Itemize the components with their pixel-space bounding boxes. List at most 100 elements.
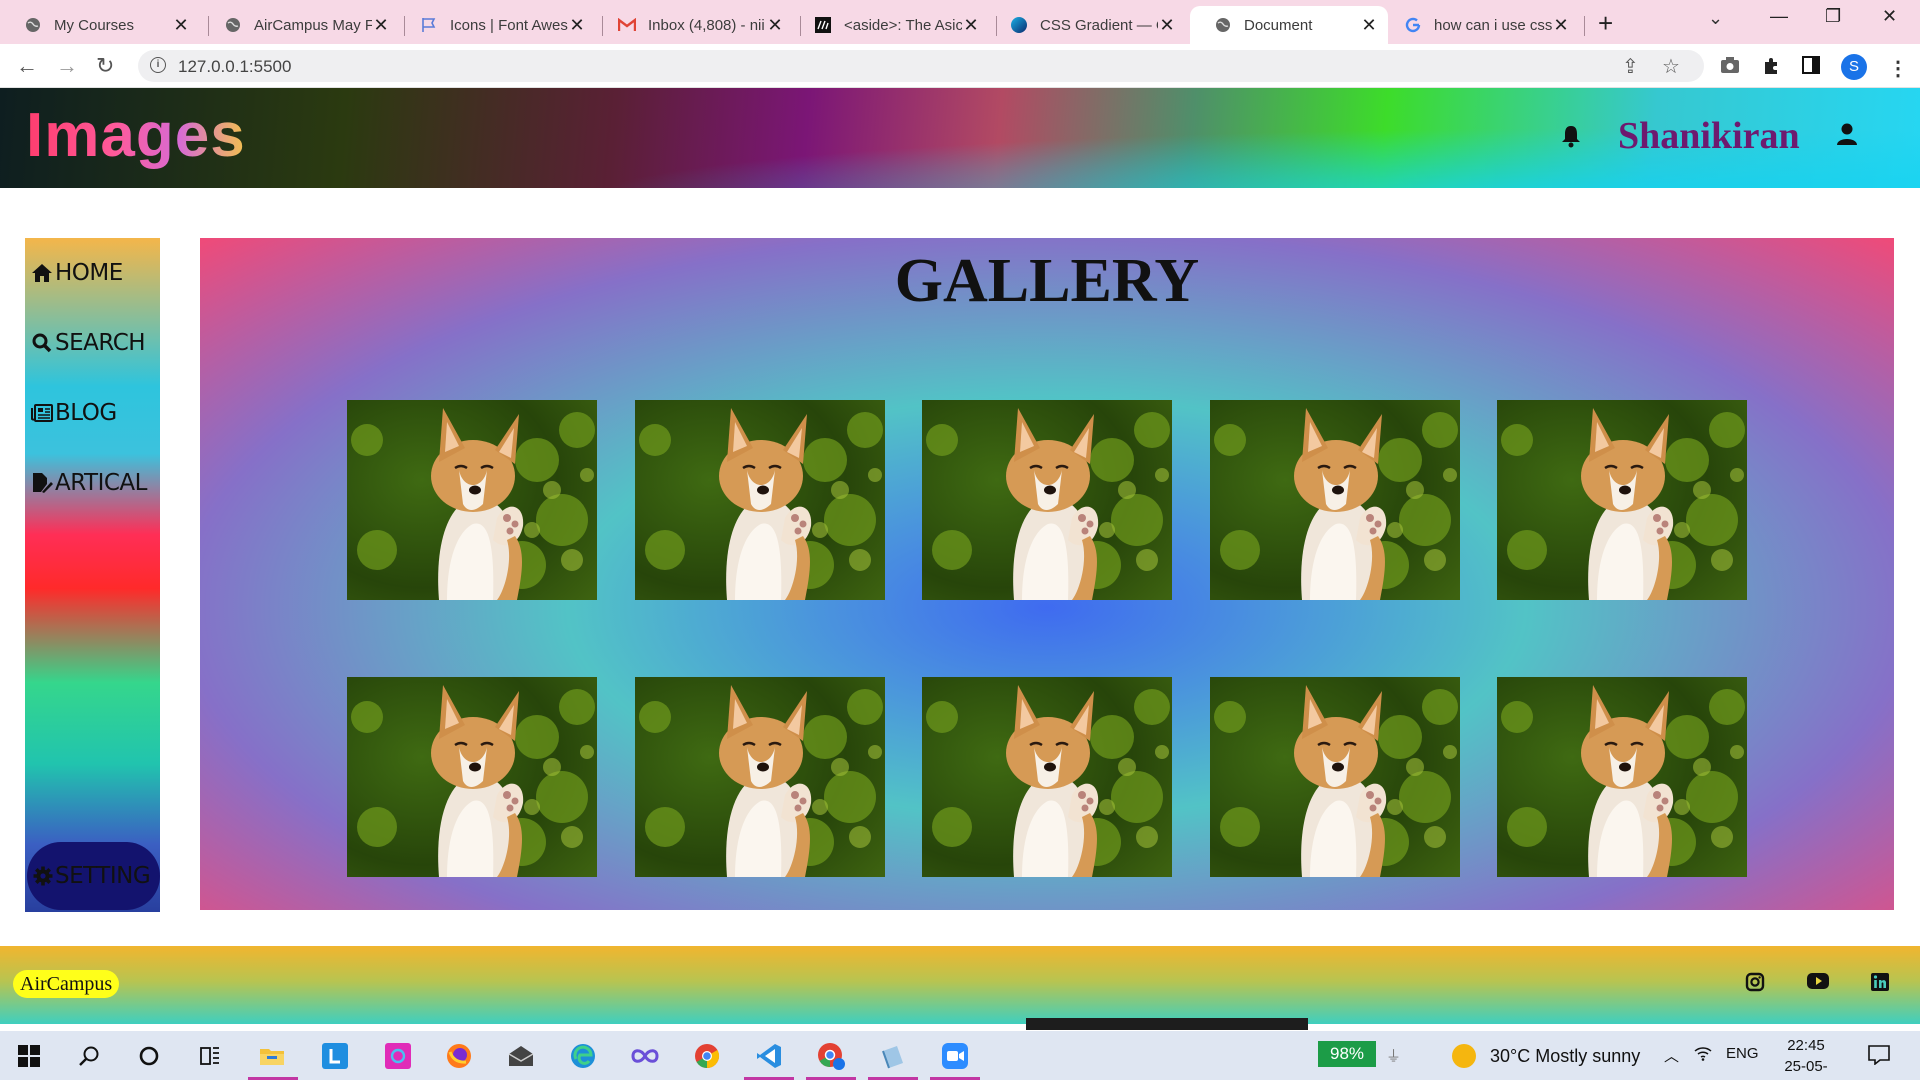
close-icon[interactable]: ✕ [568, 15, 586, 36]
tab-font-awesome[interactable]: Icons | Font Awes ✕ [396, 6, 596, 44]
gmail-icon [618, 16, 636, 34]
reload-icon[interactable]: ↻ [96, 53, 114, 79]
firefox-icon[interactable] [444, 1041, 474, 1071]
gallery-image[interactable] [634, 400, 885, 600]
side-panel-icon[interactable] [1802, 56, 1820, 80]
page-header: Images Shanikiran [0, 88, 1920, 188]
close-icon[interactable]: ✕ [372, 15, 390, 36]
tab-gmail[interactable]: Inbox (4,808) - nii ✕ [594, 6, 794, 44]
battery-indicator[interactable]: 98% [1318, 1041, 1376, 1067]
close-icon[interactable]: ✕ [1158, 15, 1176, 36]
file-pen-icon [31, 472, 53, 494]
tab-google-search[interactable]: how can i use css ✕ [1380, 6, 1580, 44]
tab-title: AirCampus May F [254, 16, 372, 34]
tab-search-chevron-icon[interactable]: ⌄ [1708, 8, 1723, 29]
url-text[interactable]: 127.0.0.1:5500 [178, 57, 291, 77]
gallery-image[interactable] [922, 400, 1172, 600]
date: 25-05-2022 [1784, 1058, 1828, 1080]
instagram-icon[interactable] [1745, 972, 1767, 994]
sidebar-item-label: HOME [55, 260, 123, 286]
gallery-image[interactable] [347, 677, 597, 877]
linkedin-icon[interactable] [1870, 972, 1892, 994]
cortana-circle-icon[interactable] [134, 1041, 164, 1071]
tab-title: Inbox (4,808) - nii [648, 16, 765, 34]
clock[interactable]: 22:45 25-05-2022 [1770, 1035, 1842, 1080]
sidebar-item-artical[interactable]: ARTICAL [31, 470, 147, 496]
youtube-icon[interactable] [1806, 972, 1829, 994]
notification-icon[interactable] [1868, 1045, 1890, 1069]
tab-title: <aside>: The Asic [844, 16, 962, 34]
wifi-icon[interactable] [1694, 1045, 1712, 1065]
sun-icon [1452, 1044, 1476, 1068]
tab-css-gradient[interactable]: CSS Gradient — C ✕ [986, 6, 1186, 44]
notes-app-icon[interactable] [878, 1041, 908, 1071]
tab-document[interactable]: Document ✕ [1190, 6, 1388, 44]
user-icon[interactable] [1836, 122, 1862, 150]
site-info-icon[interactable]: i [150, 57, 166, 73]
forward-arrow-icon[interactable]: → [56, 53, 78, 79]
gallery-image[interactable] [922, 677, 1172, 877]
close-icon[interactable]: ✕ [1552, 15, 1570, 36]
browser-menu-icon[interactable]: ⋮ [1888, 56, 1908, 81]
weather-widget[interactable]: 30°C Mostly sunny [1452, 1044, 1640, 1068]
search-icon [31, 332, 53, 354]
site-logo[interactable]: Images [26, 100, 246, 171]
edge-icon[interactable] [568, 1041, 598, 1071]
close-icon[interactable]: ✕ [766, 15, 784, 36]
gallery-image[interactable] [1209, 677, 1460, 877]
plug-icon: ⏚ [1386, 1048, 1402, 1065]
weather-text: 30°C Mostly sunny [1490, 1045, 1641, 1066]
app-l-icon[interactable] [320, 1041, 350, 1071]
gallery-image[interactable] [1209, 400, 1460, 600]
zoom-icon[interactable] [940, 1041, 970, 1071]
profile-avatar[interactable]: S [1841, 54, 1867, 80]
mdn-icon [814, 16, 832, 34]
vscode-icon[interactable] [754, 1041, 784, 1071]
windows-start-icon[interactable] [14, 1041, 44, 1071]
address-bar[interactable]: i 127.0.0.1:5500 ⇪ ☆ [138, 50, 1704, 82]
username[interactable]: Shanikiran [1618, 114, 1800, 158]
footer-brand[interactable]: AirCampus [13, 970, 120, 998]
share-icon[interactable]: ⇪ [1622, 54, 1639, 79]
sidebar-item-blog[interactable]: BLOG [31, 400, 117, 426]
browser-toolbar: ← → ↻ i 127.0.0.1:5500 ⇪ ☆ S ⋮ [0, 44, 1920, 88]
gallery-image[interactable] [1497, 677, 1747, 877]
setting-label: SETTING [55, 863, 151, 889]
window-close-icon[interactable]: ✕ [1882, 6, 1897, 27]
back-arrow-icon[interactable]: ← [16, 53, 38, 79]
page-footer: AirCampus [0, 946, 1920, 1024]
tab-my-courses[interactable]: My Courses ✕ [0, 6, 200, 44]
gallery-image[interactable] [347, 400, 597, 600]
search-icon[interactable] [74, 1041, 104, 1071]
minimize-icon[interactable]: — [1770, 6, 1788, 27]
chrome-profile-icon[interactable] [816, 1041, 846, 1071]
bookmark-star-icon[interactable]: ☆ [1662, 54, 1680, 79]
sidebar-item-search[interactable]: SEARCH [31, 330, 146, 356]
task-view-icon[interactable] [195, 1041, 225, 1071]
sidebar-item-home[interactable]: HOME [31, 260, 123, 286]
newspaper-icon [31, 402, 53, 424]
bell-icon[interactable] [1560, 124, 1586, 152]
close-icon[interactable]: ✕ [1360, 15, 1378, 36]
tab-mdn-aside[interactable]: <aside>: The Asic ✕ [790, 6, 990, 44]
setting-button[interactable]: SETTING [27, 842, 160, 910]
chrome-icon[interactable] [692, 1041, 722, 1071]
language-indicator[interactable]: ENG [1726, 1045, 1759, 1062]
tab-title: CSS Gradient — C [1040, 16, 1158, 34]
camera-icon[interactable] [1720, 56, 1740, 80]
tab-aircampus[interactable]: AirCampus May F ✕ [200, 6, 400, 44]
app-pink-icon[interactable] [383, 1041, 413, 1071]
mail-icon[interactable] [506, 1041, 536, 1071]
file-explorer-icon[interactable] [257, 1041, 287, 1071]
infinity-app-icon[interactable] [630, 1041, 660, 1071]
restore-icon[interactable]: ❐ [1825, 6, 1841, 27]
close-icon[interactable]: ✕ [962, 15, 980, 36]
gallery-image[interactable] [1497, 400, 1747, 600]
extensions-puzzle-icon[interactable] [1762, 56, 1782, 82]
new-tab-plus-icon[interactable]: + [1598, 8, 1613, 39]
chevron-up-icon[interactable]: ︿ [1664, 1045, 1679, 1066]
time: 22:45 [1787, 1037, 1825, 1054]
horizontal-scrollbar-thumb[interactable] [1026, 1018, 1308, 1030]
gallery-image[interactable] [634, 677, 885, 877]
close-icon[interactable]: ✕ [172, 15, 190, 36]
